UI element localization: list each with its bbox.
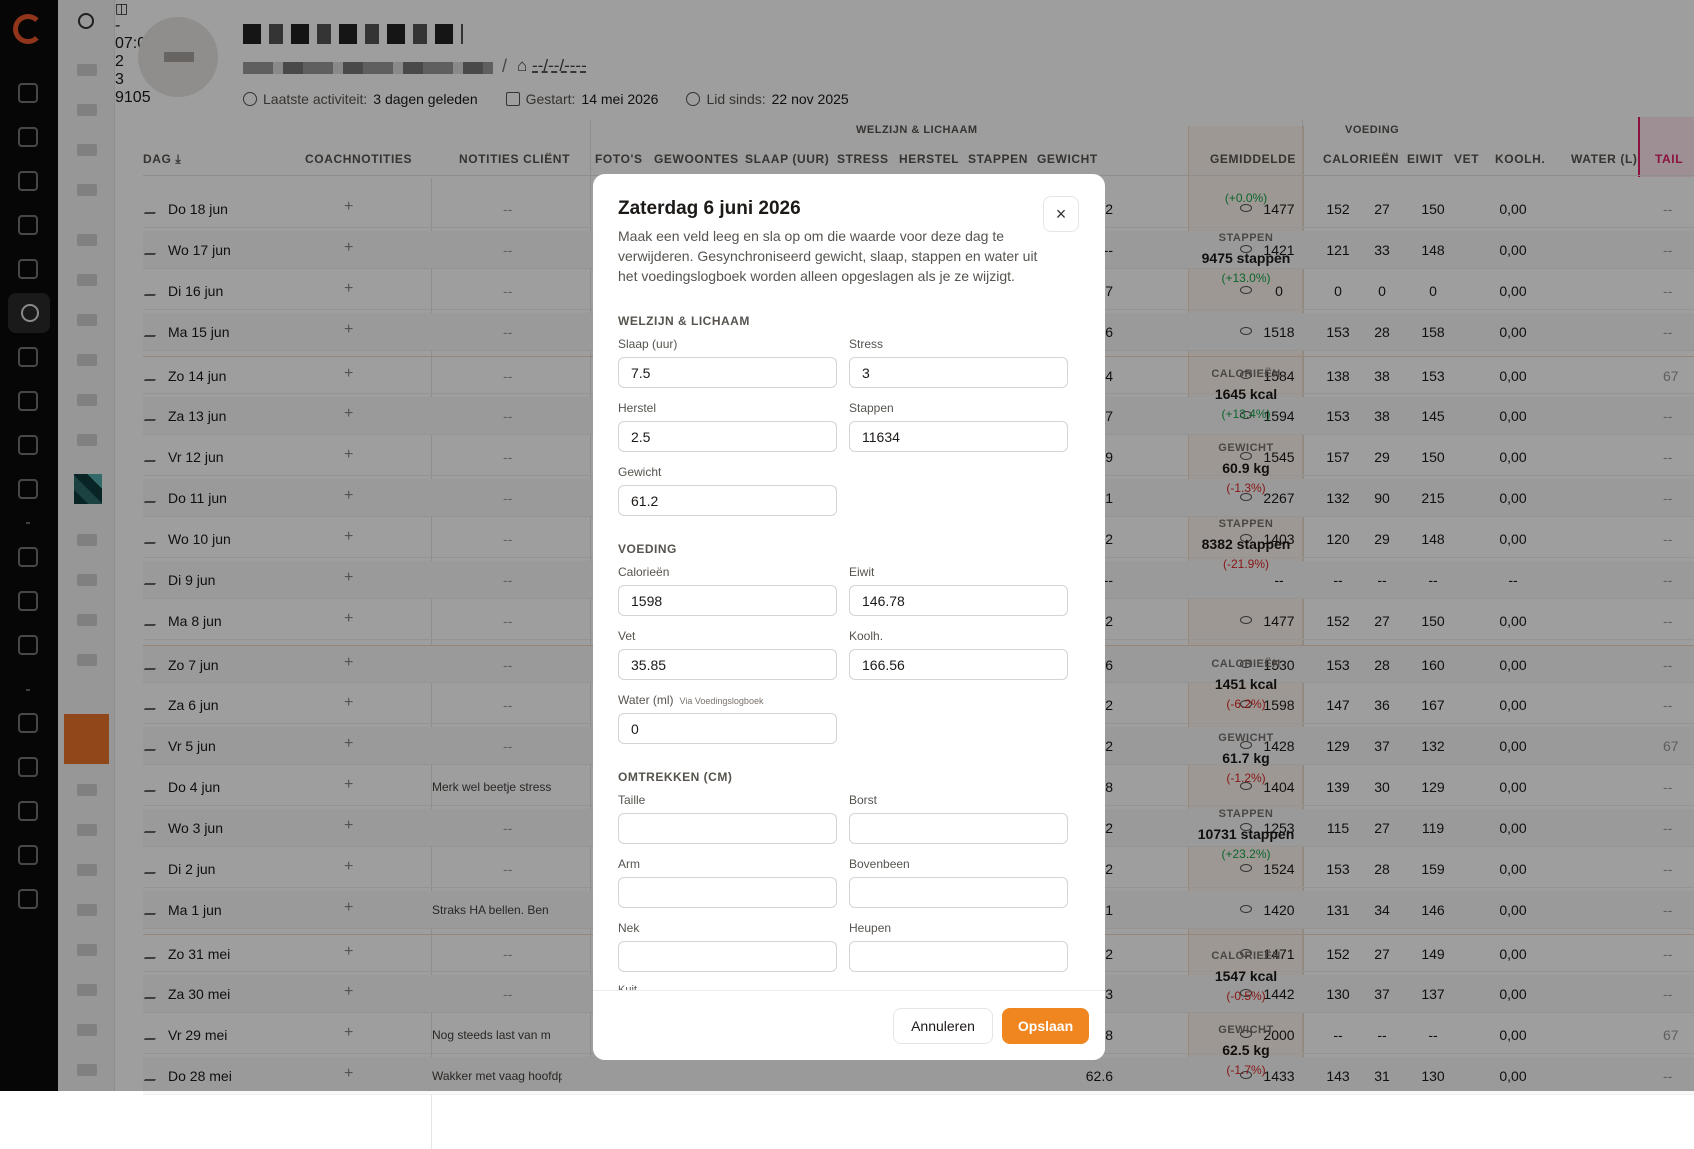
borst-label: Borst (849, 793, 878, 807)
herstel-input[interactable] (618, 421, 837, 452)
bovenbeen-label: Bovenbeen (849, 857, 910, 871)
koolh-input[interactable] (849, 649, 1068, 680)
dialog-footer: Annuleren Opslaan (593, 990, 1105, 1060)
water-source-hint: Via Voedingslogboek (679, 696, 764, 706)
arm-label: Arm (618, 857, 640, 871)
calorieen-label: Calorieën (618, 565, 670, 579)
cancel-button[interactable]: Annuleren (893, 1008, 993, 1044)
section-welzijn: WELZIJN & LICHAAM (618, 314, 750, 328)
eiwit-input[interactable] (849, 585, 1068, 616)
arm-input[interactable] (618, 877, 837, 908)
water-label: Water (ml) Via Voedingslogboek (618, 693, 764, 707)
water-input[interactable] (618, 713, 837, 744)
stress-input[interactable] (849, 357, 1068, 388)
heupen-label: Heupen (849, 921, 892, 935)
stress-label: Stress (849, 337, 884, 351)
save-button[interactable]: Opslaan (1002, 1008, 1089, 1044)
bovenbeen-input[interactable] (849, 877, 1068, 908)
section-voeding: VOEDING (618, 542, 677, 556)
nek-input[interactable] (618, 941, 837, 972)
stappen-label: Stappen (849, 401, 894, 415)
slaap-label: Slaap (uur) (618, 337, 678, 351)
dialog-description: Maak een veld leeg en sla op om die waar… (618, 228, 1038, 284)
close-icon[interactable]: × (1043, 196, 1079, 232)
taille-label: Taille (618, 793, 646, 807)
heupen-input[interactable] (849, 941, 1068, 972)
slaap-input[interactable] (618, 357, 837, 388)
herstel-label: Herstel (618, 401, 657, 415)
gewicht-label: Gewicht (618, 465, 662, 479)
koolh-label: Koolh. (849, 629, 884, 643)
vet-input[interactable] (618, 649, 837, 680)
calorieen-input[interactable] (618, 585, 837, 616)
nek-label: Nek (618, 921, 640, 935)
edit-day-dialog: Zaterdag 6 juni 2026 Maak een veld leeg … (593, 174, 1105, 1060)
taille-input[interactable] (618, 813, 837, 844)
vet-label: Vet (618, 629, 636, 643)
section-omtrekken: OMTREKKEN (CM) (618, 770, 733, 784)
gewicht-input[interactable] (618, 485, 837, 516)
stappen-input[interactable] (849, 421, 1068, 452)
borst-input[interactable] (849, 813, 1068, 844)
dialog-title: Zaterdag 6 juni 2026 (618, 198, 801, 219)
eiwit-label: Eiwit (849, 565, 875, 579)
